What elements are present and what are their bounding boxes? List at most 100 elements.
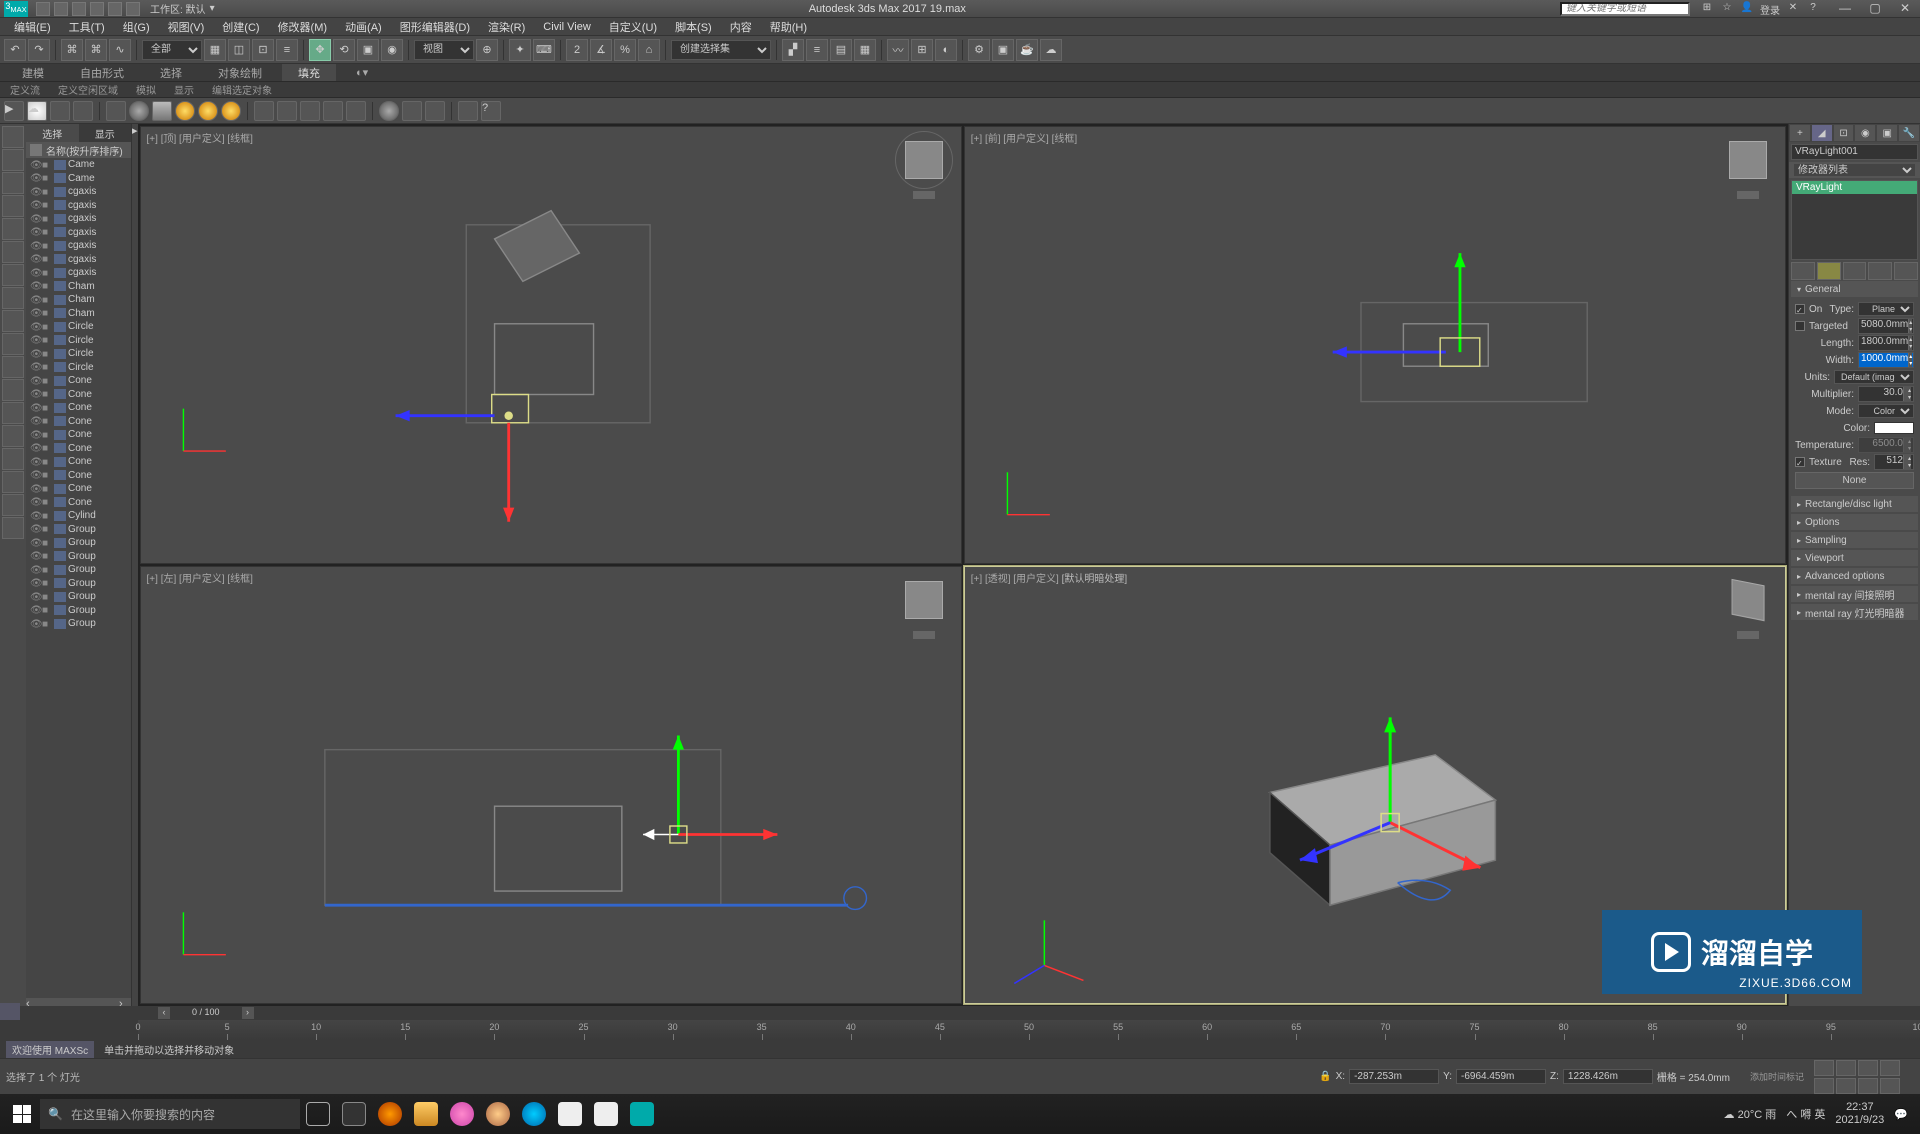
scene-item[interactable]: 👁■Group	[26, 617, 131, 631]
se-tool-icon[interactable]	[2, 241, 24, 263]
scene-item[interactable]: 👁■cgaxis	[26, 212, 131, 226]
se-tool-icon[interactable]	[2, 333, 24, 355]
menu-item[interactable]: 组(G)	[115, 19, 158, 35]
scene-item[interactable]: 👁■Cone	[26, 482, 131, 496]
ime-indicator[interactable]: へ 嘚 英	[1786, 1106, 1825, 1122]
app-icon[interactable]	[444, 1098, 480, 1130]
exchange-icon[interactable]: ✕	[1786, 2, 1800, 16]
ribbon-tab[interactable]: 对象绘制	[202, 64, 278, 81]
modifier-list-dropdown[interactable]: 修改器列表	[1789, 162, 1920, 178]
scene-item[interactable]: 👁■Group	[26, 604, 131, 618]
scene-item[interactable]: 👁■Came	[26, 172, 131, 186]
app2-icon[interactable]	[588, 1098, 624, 1130]
cortana-icon[interactable]	[336, 1098, 372, 1130]
configure-sets-icon[interactable]	[1894, 262, 1918, 280]
snap-spinner-icon[interactable]: ⌂	[638, 39, 660, 61]
omni-light-icon[interactable]	[175, 101, 195, 121]
frame-next-icon[interactable]: ›	[242, 1007, 254, 1019]
window-crossing-icon[interactable]: ⊡	[252, 39, 274, 61]
se-tool-icon[interactable]	[2, 402, 24, 424]
se-tool-icon[interactable]	[2, 356, 24, 378]
app-store-icon[interactable]: ⊞	[1700, 2, 1714, 16]
select-move-icon[interactable]: ✥	[309, 39, 331, 61]
workspace-selector[interactable]: 工作区: 默认 ▾	[150, 1, 215, 16]
se-tool-icon[interactable]	[2, 149, 24, 171]
se-tool-icon[interactable]	[2, 517, 24, 539]
particle-icon[interactable]	[254, 101, 274, 121]
ribbon-group[interactable]: 定义流	[6, 82, 44, 97]
se-tab-select[interactable]: 选择	[26, 124, 79, 142]
scroll-right-icon[interactable]: ›	[119, 998, 131, 1006]
se-tool-icon[interactable]	[2, 425, 24, 447]
scene-item[interactable]: 👁■Cham	[26, 307, 131, 321]
select-region-icon[interactable]: ◫	[228, 39, 250, 61]
select-object-icon[interactable]: ▦	[204, 39, 226, 61]
res-field[interactable]: 512	[1874, 454, 1914, 470]
qat-new-icon[interactable]	[36, 2, 50, 16]
link-icon[interactable]: ⌘	[61, 39, 83, 61]
firefox-icon[interactable]	[372, 1098, 408, 1130]
select-name-icon[interactable]: ≡	[276, 39, 298, 61]
scene-item[interactable]: 👁■Cone	[26, 415, 131, 429]
se-tool-icon[interactable]	[2, 172, 24, 194]
texture-checkbox[interactable]	[1795, 457, 1805, 467]
login-label[interactable]: 登录	[1760, 2, 1780, 16]
menu-item[interactable]: 帮助(H)	[762, 19, 815, 35]
ribbon-group[interactable]: 模拟	[132, 82, 160, 97]
fov-icon[interactable]	[1814, 1078, 1834, 1094]
edge-icon[interactable]	[516, 1098, 552, 1130]
ref-coord-system[interactable]: 视图	[414, 40, 474, 60]
render-cloud-icon[interactable]: ☁	[1040, 39, 1062, 61]
unlink-icon[interactable]: ⌘	[85, 39, 107, 61]
scene-item[interactable]: 👁■Cham	[26, 293, 131, 307]
3dsmax-taskbar-icon[interactable]	[624, 1098, 660, 1130]
qat-redo-icon[interactable]	[108, 2, 122, 16]
viewport-label[interactable]: [+] [前] [用户定义] [线框]	[971, 130, 1077, 145]
scene-item[interactable]: 👁■cgaxis	[26, 226, 131, 240]
se-tool-icon[interactable]	[2, 195, 24, 217]
selection-filter[interactable]: 全部	[142, 40, 202, 60]
viewport-label[interactable]: [+] [左] [用户定义] [线框]	[147, 570, 253, 585]
pin-stack-icon[interactable]	[1791, 262, 1815, 280]
se-tool-icon[interactable]	[2, 287, 24, 309]
se-column-header[interactable]: 名称(按升序排序)	[26, 142, 131, 158]
render-icon[interactable]: ☕	[1016, 39, 1038, 61]
scroll-left-icon[interactable]: ‹	[26, 998, 38, 1006]
scene-item[interactable]: 👁■Group	[26, 577, 131, 591]
ribbon-toggle-icon[interactable]: ◐▾	[340, 64, 384, 81]
clock[interactable]: 22:372021/9/23	[1835, 1101, 1884, 1127]
ribbon-group[interactable]: 定义空闲区域	[54, 82, 122, 97]
ribbon-group[interactable]: 显示	[170, 82, 198, 97]
create-icon[interactable]: ▶	[4, 101, 24, 121]
zoom-all-icon[interactable]	[1858, 1060, 1878, 1076]
menu-item[interactable]: 渲染(R)	[480, 19, 533, 35]
menu-item[interactable]: 视图(V)	[160, 19, 213, 35]
minimize-button[interactable]: —	[1830, 1, 1860, 17]
render-setup-icon[interactable]: ⚙	[968, 39, 990, 61]
scene-item[interactable]: 👁■Circle	[26, 361, 131, 375]
help-search-input[interactable]	[1560, 2, 1690, 16]
modifier-item[interactable]: VRayLight	[1792, 181, 1917, 194]
scene-item[interactable]: 👁■Group	[26, 523, 131, 537]
targeted-field[interactable]: 5080.0mm	[1858, 318, 1914, 334]
scene-item[interactable]: 👁■Group	[26, 563, 131, 577]
temperature-field[interactable]: 6500.0	[1858, 437, 1914, 453]
hierarchy-icon[interactable]	[73, 101, 93, 121]
qat-open-icon[interactable]	[54, 2, 68, 16]
scene-item[interactable]: 👁■Cone	[26, 442, 131, 456]
menu-item[interactable]: 内容	[722, 19, 760, 35]
snap-percent-icon[interactable]: %	[614, 39, 636, 61]
tab-hierarchy-icon[interactable]: ⊡	[1833, 124, 1855, 142]
make-unique-icon[interactable]	[1843, 262, 1867, 280]
systems-icon[interactable]	[402, 101, 422, 121]
ribbon-tab[interactable]: 选择	[144, 64, 198, 81]
close-button[interactable]: ✕	[1890, 1, 1920, 17]
named-selection-sets[interactable]: 创建选择集	[671, 40, 771, 60]
scene-item[interactable]: 👁■Group	[26, 536, 131, 550]
scene-item[interactable]: 👁■cgaxis	[26, 185, 131, 199]
color-swatch[interactable]	[1874, 422, 1914, 434]
bones-icon[interactable]	[425, 101, 445, 121]
help-icon[interactable]: ?	[1806, 2, 1820, 16]
menu-item[interactable]: 创建(C)	[214, 19, 267, 35]
maximize-button[interactable]: ▢	[1860, 1, 1890, 17]
